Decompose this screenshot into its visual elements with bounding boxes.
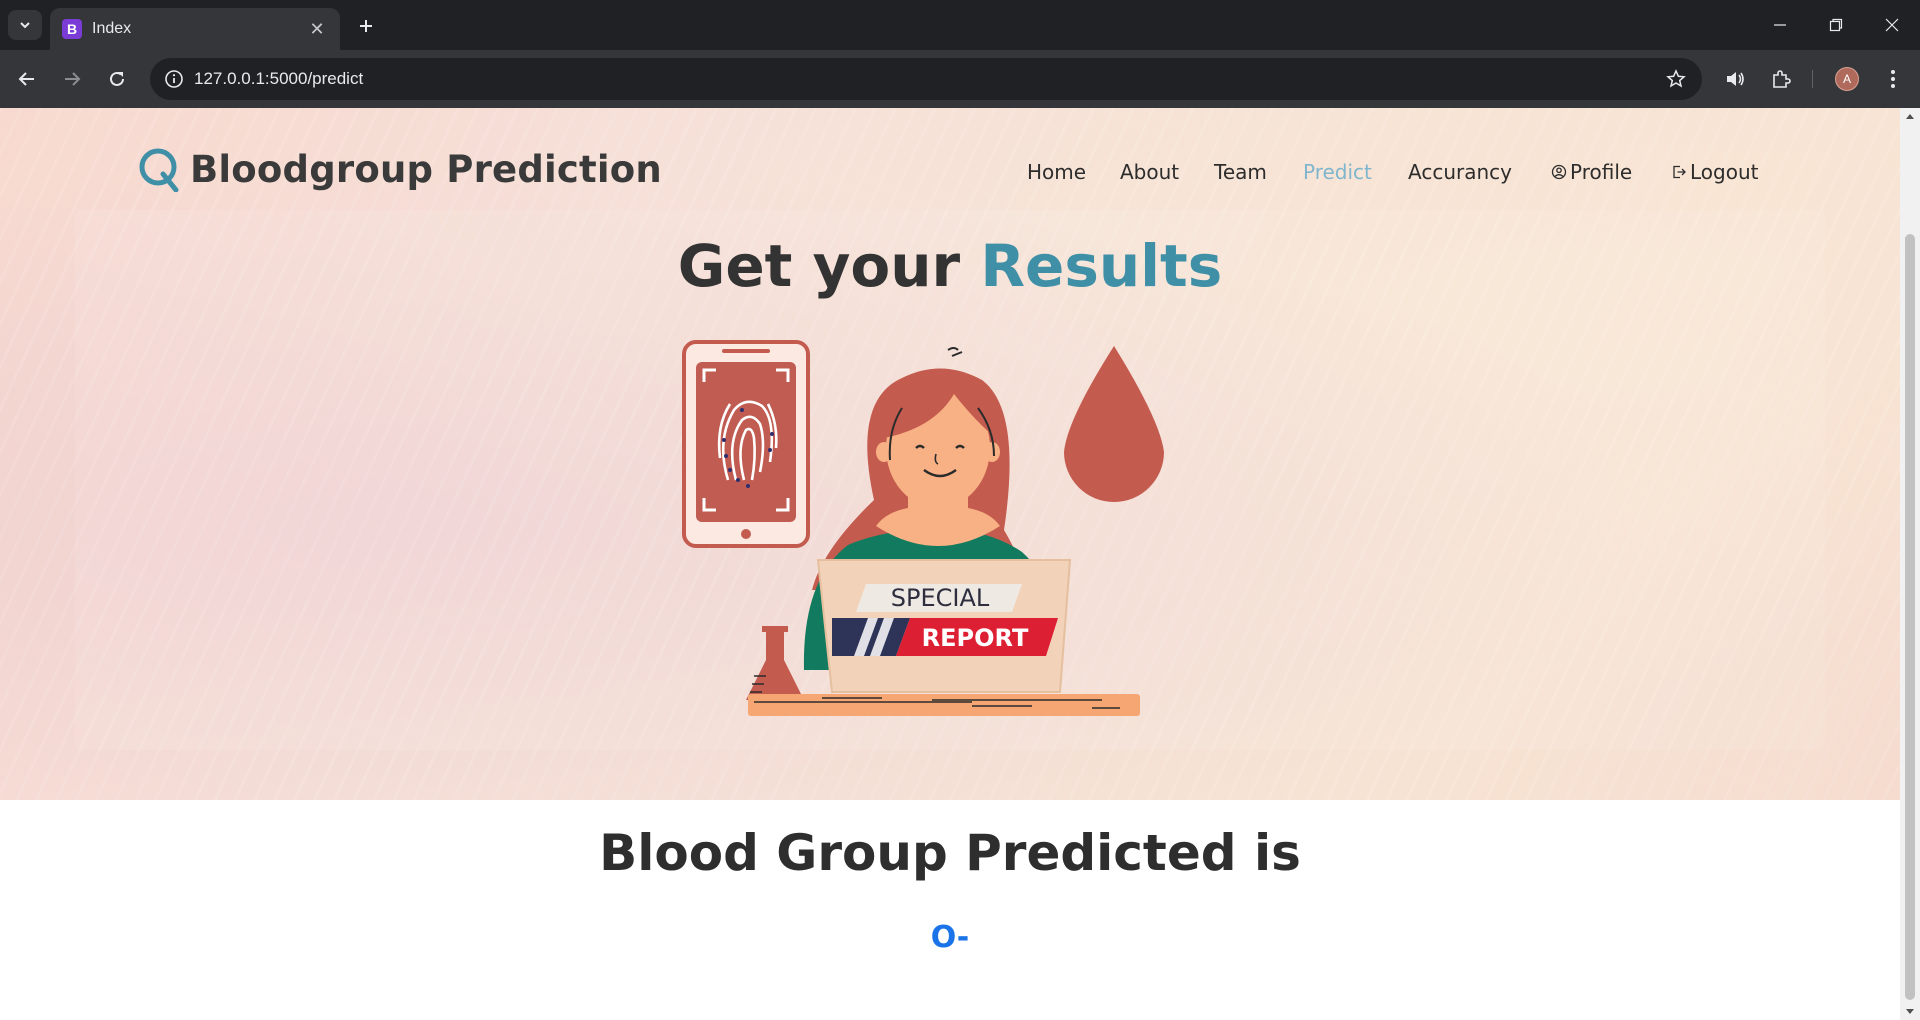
- forward-button[interactable]: [57, 64, 87, 94]
- back-button[interactable]: [12, 64, 42, 94]
- avatar: A: [1835, 67, 1859, 91]
- tab-title: Index: [92, 20, 132, 37]
- minimize-icon: [1774, 24, 1786, 26]
- reload-button[interactable]: [102, 64, 132, 94]
- minimize-button[interactable]: [1752, 0, 1808, 50]
- user-circle-icon: [1551, 164, 1567, 180]
- nav-profile-label: Profile: [1570, 160, 1633, 184]
- laptop-special-report: SPECIAL REPORT: [816, 559, 1072, 693]
- kebab-menu-icon: [1891, 70, 1895, 88]
- profile-avatar-button[interactable]: A: [1830, 62, 1864, 96]
- plus-icon: [360, 20, 372, 32]
- banner-special-text: SPECIAL: [891, 584, 990, 612]
- nav-logout[interactable]: Logout: [1671, 160, 1758, 184]
- nav-home[interactable]: Home: [1027, 160, 1086, 184]
- bookmark-star-icon[interactable]: [1656, 58, 1696, 100]
- url-text[interactable]: 127.0.0.1:5000/predict: [194, 69, 1656, 89]
- browser-tab[interactable]: B Index ✕: [50, 8, 340, 50]
- browser-tabstrip: B Index ✕: [0, 0, 1920, 50]
- logout-icon: [1673, 165, 1686, 179]
- special-report-illustration: SPECIAL REPORT: [682, 340, 1164, 716]
- nav-about[interactable]: About: [1120, 160, 1179, 184]
- page-title: Get your Results: [0, 232, 1900, 300]
- scrollbar-thumb[interactable]: [1905, 234, 1915, 1000]
- toolbar-divider: [1812, 70, 1813, 88]
- title-accent: Results: [980, 232, 1223, 300]
- browser-toolbar: 127.0.0.1:5000/predict A: [0, 50, 1920, 108]
- hero-section: Bloodgroup Prediction Home About Team Pr…: [0, 108, 1900, 800]
- close-window-button[interactable]: [1864, 0, 1920, 50]
- new-tab-button[interactable]: [352, 12, 380, 40]
- blood-drop-icon: [1064, 346, 1164, 502]
- chevron-down-icon: [20, 22, 30, 29]
- close-icon[interactable]: ✕: [306, 19, 328, 40]
- reload-icon: [110, 71, 124, 86]
- address-bar[interactable]: 127.0.0.1:5000/predict: [150, 58, 1702, 100]
- predicted-blood-group: O-: [930, 920, 970, 955]
- tab-search-button[interactable]: [8, 10, 42, 40]
- scroll-down-arrow-icon[interactable]: [1900, 1004, 1920, 1020]
- close-icon: [1885, 18, 1899, 32]
- arrow-left-icon: [18, 72, 34, 86]
- scroll-up-arrow-icon[interactable]: [1900, 108, 1920, 124]
- nav-predict[interactable]: Predict: [1303, 160, 1372, 184]
- page-scrollbar[interactable]: [1900, 108, 1920, 1020]
- main-nav: Home About Team Predict Accurancy Profil…: [0, 160, 1900, 190]
- restore-icon: [1829, 18, 1843, 32]
- flask-icon: [746, 626, 804, 700]
- phone-fingerprint-icon: [682, 340, 810, 548]
- page-viewport: Bloodgroup Prediction Home About Team Pr…: [0, 108, 1900, 1020]
- arrow-right-icon: [65, 72, 81, 86]
- extensions-puzzle-icon[interactable]: [1764, 62, 1798, 96]
- tab-favicon: B: [62, 19, 82, 39]
- site-info-icon[interactable]: [154, 58, 194, 100]
- nav-logout-label: Logout: [1690, 160, 1759, 184]
- nav-accuracy[interactable]: Accurancy: [1408, 160, 1512, 184]
- result-heading: Blood Group Predicted is: [599, 824, 1301, 882]
- nav-team[interactable]: Team: [1214, 160, 1267, 184]
- desk: [748, 694, 1140, 716]
- banner-report-text: REPORT: [922, 624, 1029, 652]
- speaker-icon[interactable]: [1718, 62, 1752, 96]
- restore-button[interactable]: [1808, 0, 1864, 50]
- title-plain: Get your: [677, 232, 981, 300]
- browser-menu-button[interactable]: [1876, 62, 1910, 96]
- nav-profile[interactable]: Profile: [1551, 160, 1632, 184]
